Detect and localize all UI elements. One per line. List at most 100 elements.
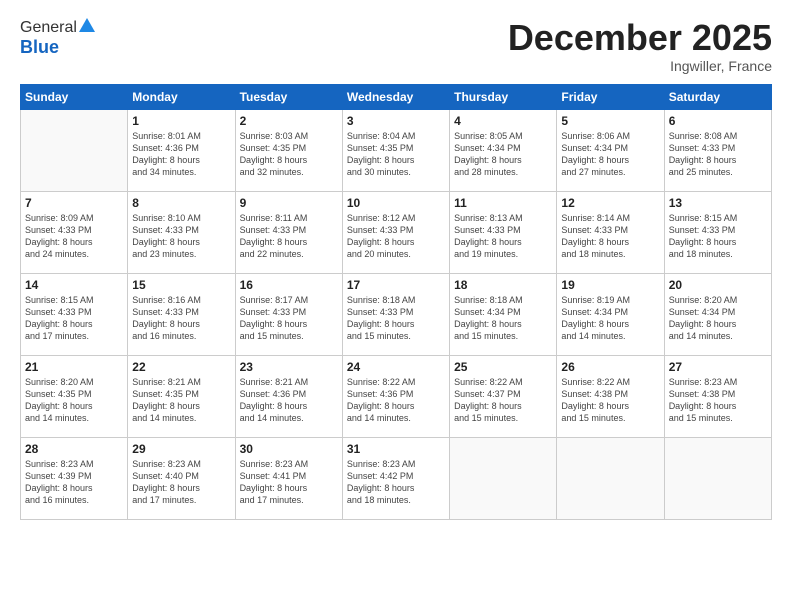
day-number: 16 bbox=[240, 278, 338, 292]
day-number: 12 bbox=[561, 196, 659, 210]
col-wednesday: Wednesday bbox=[342, 84, 449, 109]
day-cell bbox=[557, 437, 664, 519]
day-detail: Sunrise: 8:01 AM Sunset: 4:36 PM Dayligh… bbox=[132, 130, 230, 179]
day-number: 13 bbox=[669, 196, 767, 210]
day-cell: 31 Sunrise: 8:23 AM Sunset: 4:42 PM Dayli… bbox=[342, 437, 449, 519]
day-cell: 28 Sunrise: 8:23 AM Sunset: 4:39 PM Dayli… bbox=[21, 437, 128, 519]
day-cell bbox=[664, 437, 771, 519]
day-number: 6 bbox=[669, 114, 767, 128]
title-block: December 2025 Ingwiller, France bbox=[508, 18, 772, 74]
day-cell: 9 Sunrise: 8:11 AM Sunset: 4:33 PM Daylig… bbox=[235, 191, 342, 273]
col-thursday: Thursday bbox=[450, 84, 557, 109]
day-detail: Sunrise: 8:09 AM Sunset: 4:33 PM Dayligh… bbox=[25, 212, 123, 261]
day-cell: 4Sunrise: 8:05 AM Sunset: 4:34 PM Daylig… bbox=[450, 109, 557, 191]
day-number: 25 bbox=[454, 360, 552, 374]
day-detail: Sunrise: 8:08 AM Sunset: 4:33 PM Dayligh… bbox=[669, 130, 767, 179]
title-location: Ingwiller, France bbox=[508, 58, 772, 74]
day-cell: 2 Sunrise: 8:03 AM Sunset: 4:35 PM Daylig… bbox=[235, 109, 342, 191]
week-row-4: 21 Sunrise: 8:20 AM Sunset: 4:35 PM Dayli… bbox=[21, 355, 772, 437]
day-cell: 7 Sunrise: 8:09 AM Sunset: 4:33 PM Daylig… bbox=[21, 191, 128, 273]
day-cell: 21 Sunrise: 8:20 AM Sunset: 4:35 PM Dayli… bbox=[21, 355, 128, 437]
day-detail: Sunrise: 8:21 AM Sunset: 4:36 PM Dayligh… bbox=[240, 376, 338, 425]
day-detail: Sunrise: 8:14 AM Sunset: 4:33 PM Dayligh… bbox=[561, 212, 659, 261]
day-number: 22 bbox=[132, 360, 230, 374]
day-detail: Sunrise: 8:22 AM Sunset: 4:36 PM Dayligh… bbox=[347, 376, 445, 425]
day-number: 9 bbox=[240, 196, 338, 210]
day-cell: 20Sunrise: 8:20 AM Sunset: 4:34 PM Dayli… bbox=[664, 273, 771, 355]
day-number: 15 bbox=[132, 278, 230, 292]
day-number: 8 bbox=[132, 196, 230, 210]
day-cell bbox=[450, 437, 557, 519]
day-detail: Sunrise: 8:23 AM Sunset: 4:42 PM Dayligh… bbox=[347, 458, 445, 507]
day-detail: Sunrise: 8:12 AM Sunset: 4:33 PM Dayligh… bbox=[347, 212, 445, 261]
day-detail: Sunrise: 8:20 AM Sunset: 4:34 PM Dayligh… bbox=[669, 294, 767, 343]
day-detail: Sunrise: 8:23 AM Sunset: 4:41 PM Dayligh… bbox=[240, 458, 338, 507]
day-number: 5 bbox=[561, 114, 659, 128]
day-cell: 14 Sunrise: 8:15 AM Sunset: 4:33 PM Dayli… bbox=[21, 273, 128, 355]
day-cell: 10 Sunrise: 8:12 AM Sunset: 4:33 PM Dayli… bbox=[342, 191, 449, 273]
day-number: 3 bbox=[347, 114, 445, 128]
day-detail: Sunrise: 8:11 AM Sunset: 4:33 PM Dayligh… bbox=[240, 212, 338, 261]
logo-icon bbox=[79, 18, 95, 32]
day-detail: Sunrise: 8:05 AM Sunset: 4:34 PM Dayligh… bbox=[454, 130, 552, 179]
col-monday: Monday bbox=[128, 84, 235, 109]
day-detail: Sunrise: 8:23 AM Sunset: 4:39 PM Dayligh… bbox=[25, 458, 123, 507]
day-detail: Sunrise: 8:18 AM Sunset: 4:33 PM Dayligh… bbox=[347, 294, 445, 343]
day-cell: 3 Sunrise: 8:04 AM Sunset: 4:35 PM Daylig… bbox=[342, 109, 449, 191]
day-number: 17 bbox=[347, 278, 445, 292]
day-cell: 23 Sunrise: 8:21 AM Sunset: 4:36 PM Dayli… bbox=[235, 355, 342, 437]
day-number: 10 bbox=[347, 196, 445, 210]
day-cell: 18Sunrise: 8:18 AM Sunset: 4:34 PM Dayli… bbox=[450, 273, 557, 355]
header: General Blue December 2025 Ingwiller, Fr… bbox=[20, 18, 772, 74]
day-number: 1 bbox=[132, 114, 230, 128]
day-number: 23 bbox=[240, 360, 338, 374]
col-tuesday: Tuesday bbox=[235, 84, 342, 109]
day-number: 26 bbox=[561, 360, 659, 374]
day-cell: 30 Sunrise: 8:23 AM Sunset: 4:41 PM Dayli… bbox=[235, 437, 342, 519]
day-number: 19 bbox=[561, 278, 659, 292]
day-cell: 8 Sunrise: 8:10 AM Sunset: 4:33 PM Daylig… bbox=[128, 191, 235, 273]
page: General Blue December 2025 Ingwiller, Fr… bbox=[0, 0, 792, 612]
day-cell: 5Sunrise: 8:06 AM Sunset: 4:34 PM Daylig… bbox=[557, 109, 664, 191]
day-detail: Sunrise: 8:13 AM Sunset: 4:33 PM Dayligh… bbox=[454, 212, 552, 261]
day-number: 28 bbox=[25, 442, 123, 456]
day-cell: 22Sunrise: 8:21 AM Sunset: 4:35 PM Dayli… bbox=[128, 355, 235, 437]
day-cell: 15Sunrise: 8:16 AM Sunset: 4:33 PM Dayli… bbox=[128, 273, 235, 355]
day-detail: Sunrise: 8:22 AM Sunset: 4:37 PM Dayligh… bbox=[454, 376, 552, 425]
day-cell: 29 Sunrise: 8:23 AM Sunset: 4:40 PM Dayli… bbox=[128, 437, 235, 519]
day-detail: Sunrise: 8:10 AM Sunset: 4:33 PM Dayligh… bbox=[132, 212, 230, 261]
day-cell: 16 Sunrise: 8:17 AM Sunset: 4:33 PM Dayli… bbox=[235, 273, 342, 355]
logo-general: General bbox=[20, 19, 77, 37]
day-number: 18 bbox=[454, 278, 552, 292]
day-detail: Sunrise: 8:17 AM Sunset: 4:33 PM Dayligh… bbox=[240, 294, 338, 343]
day-number: 31 bbox=[347, 442, 445, 456]
logo-blue: Blue bbox=[20, 37, 59, 58]
day-number: 21 bbox=[25, 360, 123, 374]
day-detail: Sunrise: 8:15 AM Sunset: 4:33 PM Dayligh… bbox=[669, 212, 767, 261]
day-detail: Sunrise: 8:03 AM Sunset: 4:35 PM Dayligh… bbox=[240, 130, 338, 179]
day-detail: Sunrise: 8:23 AM Sunset: 4:40 PM Dayligh… bbox=[132, 458, 230, 507]
day-cell: 13 Sunrise: 8:15 AM Sunset: 4:33 PM Dayli… bbox=[664, 191, 771, 273]
day-detail: Sunrise: 8:22 AM Sunset: 4:38 PM Dayligh… bbox=[561, 376, 659, 425]
header-row: Sunday Monday Tuesday Wednesday Thursday… bbox=[21, 84, 772, 109]
day-number: 29 bbox=[132, 442, 230, 456]
day-number: 2 bbox=[240, 114, 338, 128]
week-row-5: 28 Sunrise: 8:23 AM Sunset: 4:39 PM Dayli… bbox=[21, 437, 772, 519]
day-number: 14 bbox=[25, 278, 123, 292]
col-friday: Friday bbox=[557, 84, 664, 109]
day-cell: 19 Sunrise: 8:19 AM Sunset: 4:34 PM Dayli… bbox=[557, 273, 664, 355]
day-detail: Sunrise: 8:04 AM Sunset: 4:35 PM Dayligh… bbox=[347, 130, 445, 179]
day-number: 7 bbox=[25, 196, 123, 210]
day-number: 30 bbox=[240, 442, 338, 456]
day-cell: 25 Sunrise: 8:22 AM Sunset: 4:37 PM Dayli… bbox=[450, 355, 557, 437]
day-detail: Sunrise: 8:15 AM Sunset: 4:33 PM Dayligh… bbox=[25, 294, 123, 343]
day-cell: 24Sunrise: 8:22 AM Sunset: 4:36 PM Dayli… bbox=[342, 355, 449, 437]
week-row-1: 1 Sunrise: 8:01 AM Sunset: 4:36 PM Daylig… bbox=[21, 109, 772, 191]
day-detail: Sunrise: 8:19 AM Sunset: 4:34 PM Dayligh… bbox=[561, 294, 659, 343]
week-row-3: 14 Sunrise: 8:15 AM Sunset: 4:33 PM Dayli… bbox=[21, 273, 772, 355]
day-cell: 27Sunrise: 8:23 AM Sunset: 4:38 PM Dayli… bbox=[664, 355, 771, 437]
day-cell: 1 Sunrise: 8:01 AM Sunset: 4:36 PM Daylig… bbox=[128, 109, 235, 191]
day-cell: 12 Sunrise: 8:14 AM Sunset: 4:33 PM Dayli… bbox=[557, 191, 664, 273]
day-cell: 26 Sunrise: 8:22 AM Sunset: 4:38 PM Dayli… bbox=[557, 355, 664, 437]
day-detail: Sunrise: 8:20 AM Sunset: 4:35 PM Dayligh… bbox=[25, 376, 123, 425]
